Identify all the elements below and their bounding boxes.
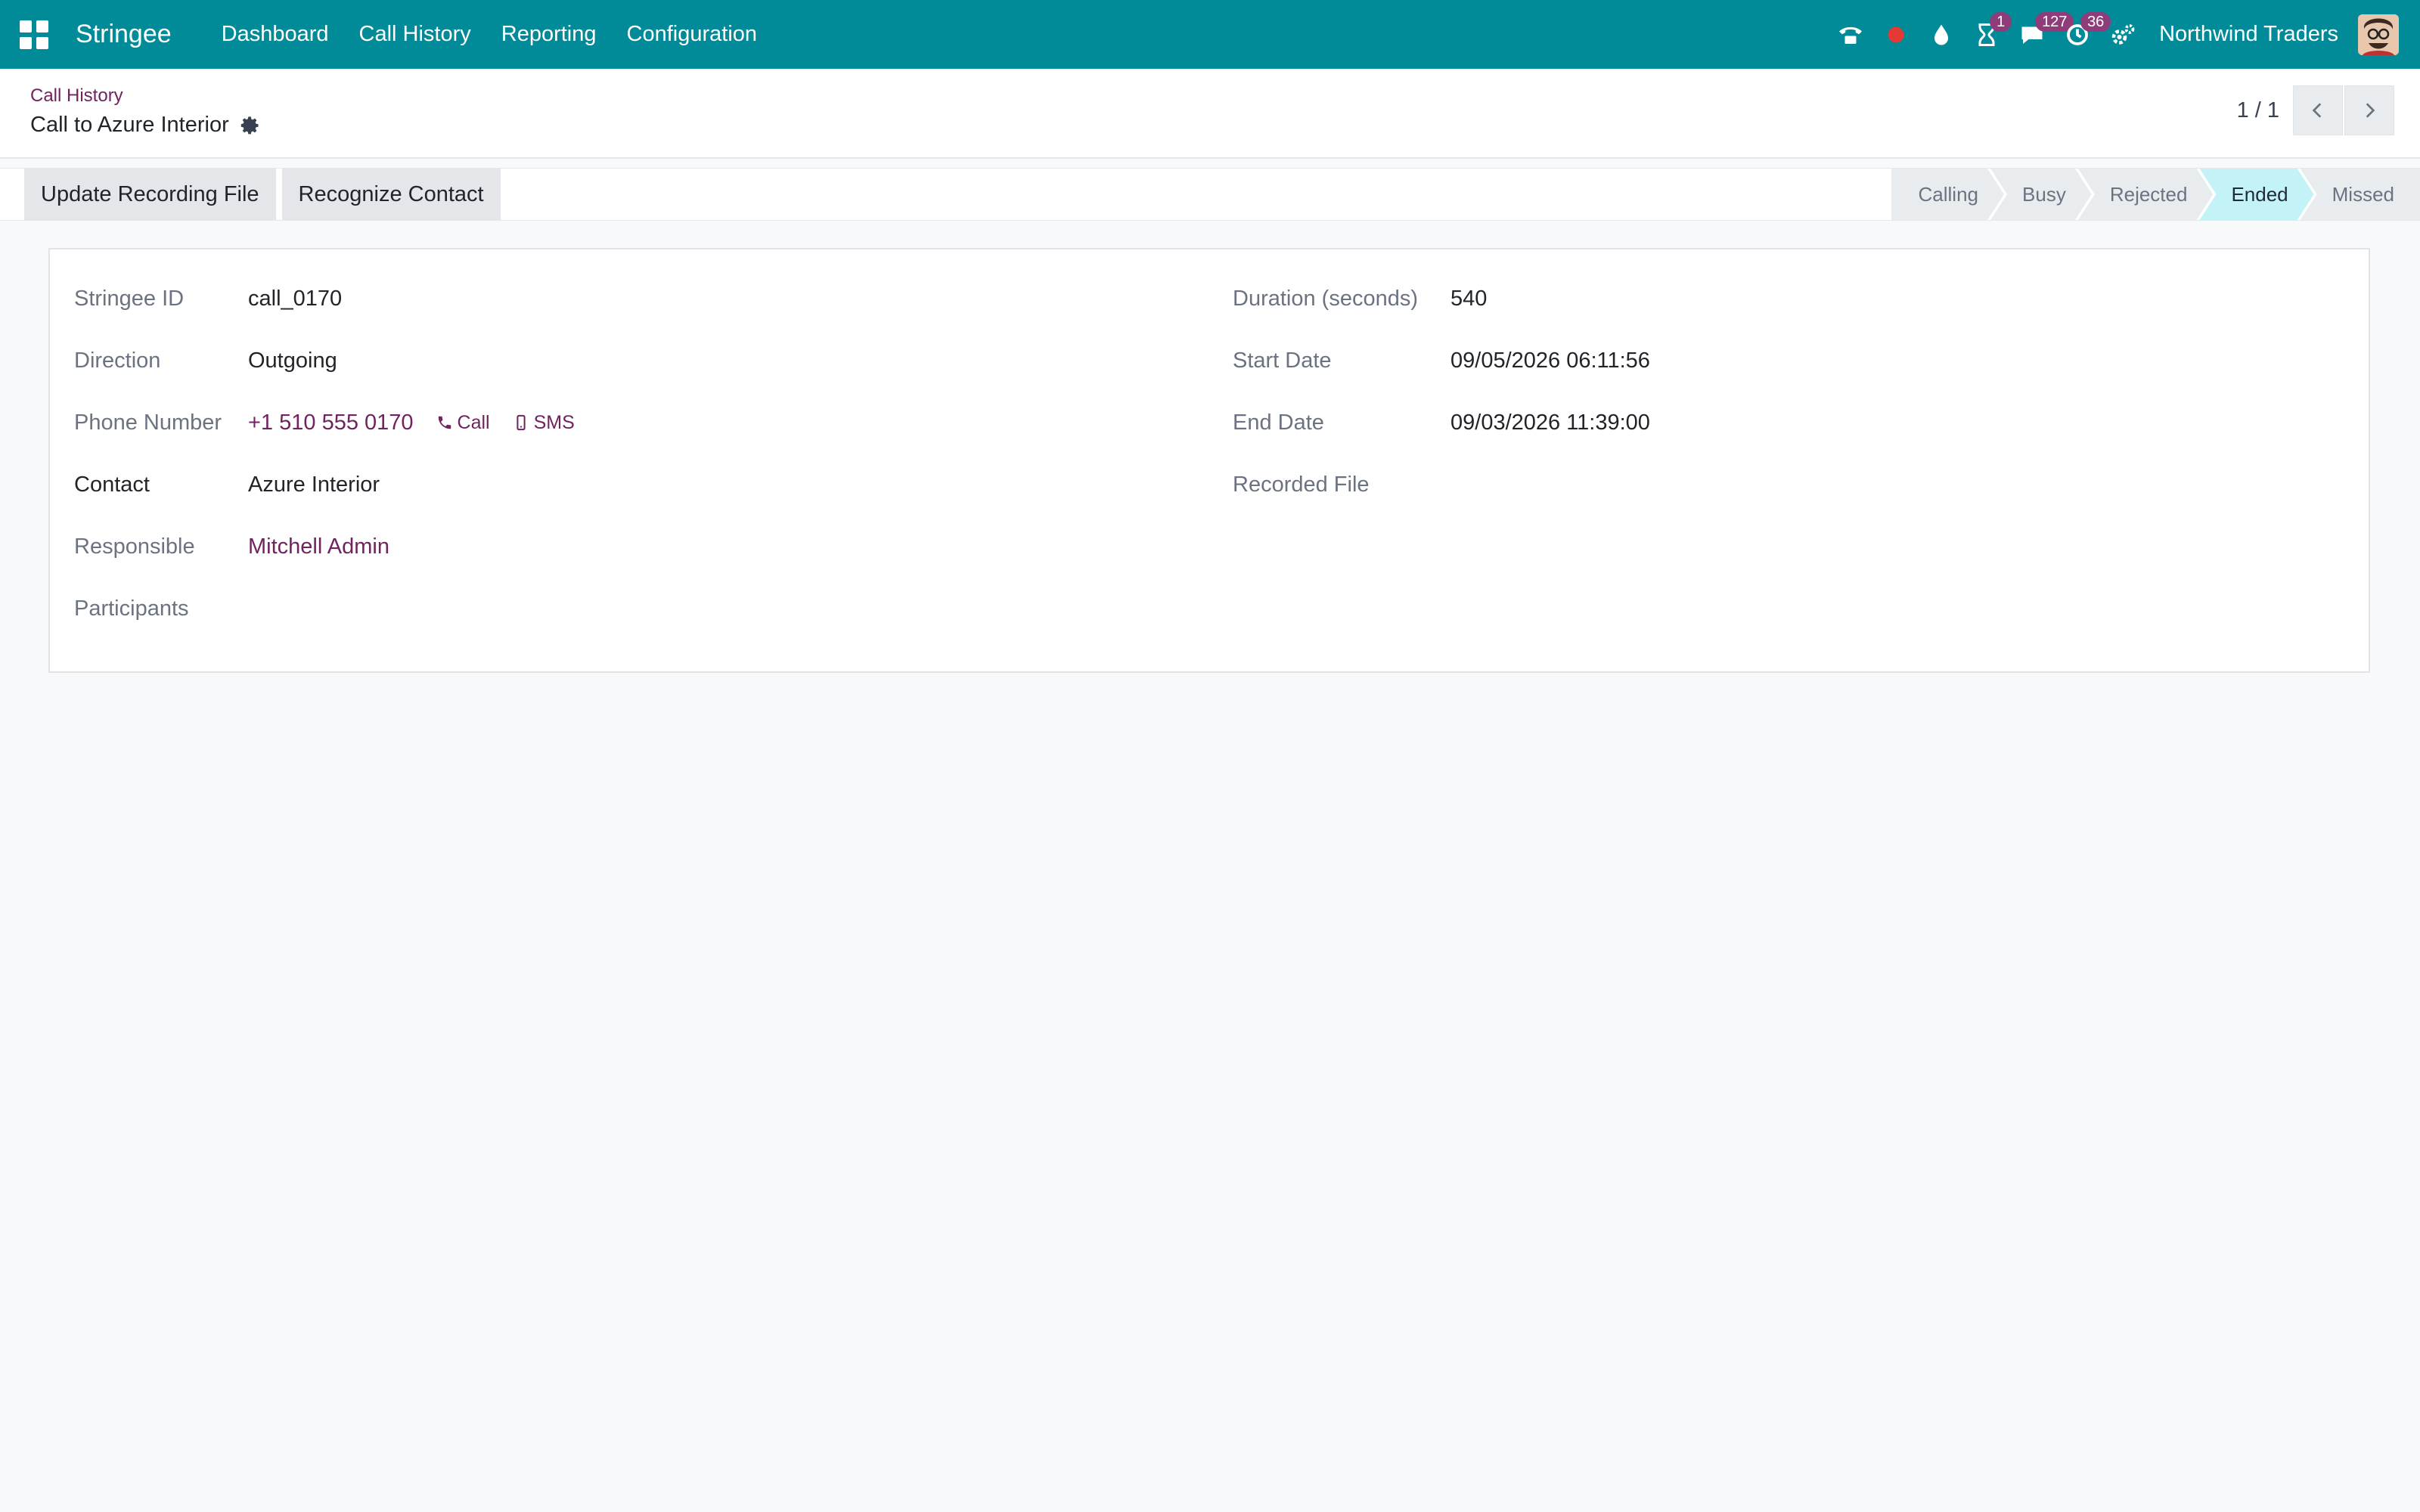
pager-value[interactable]: 1 / 1	[2237, 98, 2279, 123]
field-end-date: End Date 09/03/2026 11:39:00	[1233, 392, 2352, 454]
record-title-text: Call to Azure Interior	[30, 113, 229, 137]
label-participants: Participants	[74, 596, 189, 621]
label-end-date: End Date	[1233, 410, 1324, 435]
value-contact[interactable]: Azure Interior	[248, 472, 380, 497]
stage-pipeline: Calling Busy Rejected Ended Missed	[1891, 169, 2420, 220]
value-end-date[interactable]: 09/03/2026 11:39:00	[1450, 411, 1650, 435]
company-name[interactable]: Northwind Traders	[2159, 22, 2338, 47]
apps-menu-icon[interactable]	[20, 20, 48, 49]
label-phone-number: Phone Number	[74, 410, 222, 435]
droplet-icon[interactable]	[1919, 0, 1964, 69]
pager: 1 / 1	[2237, 85, 2394, 135]
activity-hourglass-icon[interactable]: 1	[1964, 0, 2012, 69]
field-start-date: Start Date 09/05/2026 06:11:56	[1233, 330, 2352, 392]
label-stringee-id: Stringee ID	[74, 286, 185, 311]
main-menu: Dashboard Call History Reporting Configu…	[206, 22, 772, 47]
label-duration: Duration (seconds)	[1233, 286, 1418, 311]
update-recording-file-button[interactable]: Update Recording File	[24, 169, 276, 220]
phone-sms-link[interactable]: SMS	[513, 412, 575, 434]
value-stringee-id[interactable]: call_0170	[248, 287, 342, 311]
app-brand[interactable]: Stringee	[76, 20, 172, 49]
field-phone-number: Phone Number +1 510 555 0170 Call SMS	[74, 392, 1208, 454]
value-duration[interactable]: 540	[1450, 287, 1487, 311]
field-participants: Participants	[74, 578, 1208, 640]
value-direction[interactable]: Outgoing	[248, 349, 337, 373]
stage-calling[interactable]: Calling	[1891, 169, 2005, 220]
stage-missed[interactable]: Missed	[2300, 169, 2420, 220]
field-contact: Contact Azure Interior	[74, 454, 1208, 516]
mobile-icon	[517, 414, 526, 431]
form-statusbar: Update Recording File Recognize Contact …	[0, 168, 2420, 221]
pager-previous-button[interactable]	[2293, 85, 2343, 135]
field-responsible: Responsible Mitchell Admin	[74, 516, 1208, 578]
control-panel: Call History Call to Azure Interior 1 / …	[0, 69, 2420, 159]
label-recorded-file: Recorded File	[1233, 472, 1370, 497]
breadcrumb-call-history[interactable]: Call History	[30, 85, 2390, 107]
right-field-group: Duration (seconds) 540 Start Date 09/05/…	[1233, 268, 2352, 516]
clock-icon[interactable]: 36	[2055, 0, 2111, 69]
field-stringee-id: Stringee ID call_0170	[74, 268, 1208, 330]
user-avatar[interactable]	[2358, 14, 2399, 55]
phone-icon	[438, 416, 451, 429]
menu-reporting[interactable]: Reporting	[486, 22, 612, 47]
phone-sms-link-label: SMS	[533, 411, 575, 433]
phone-icon[interactable]	[1828, 0, 1873, 69]
chevron-left-icon	[2312, 103, 2322, 118]
settings-gears-icon[interactable]	[2100, 0, 2145, 69]
chevron-right-icon	[2366, 103, 2375, 118]
recording-dot-icon[interactable]	[1873, 0, 1919, 69]
phone-call-link[interactable]: Call	[436, 412, 490, 434]
recognize-contact-button[interactable]: Recognize Contact	[281, 169, 501, 220]
label-contact: Contact	[74, 472, 150, 497]
label-direction: Direction	[74, 348, 161, 373]
menu-call-history[interactable]: Call History	[344, 22, 486, 47]
value-phone-number[interactable]: +1 510 555 0170	[248, 411, 414, 435]
left-field-group: Stringee ID call_0170 Direction Outgoing…	[74, 268, 1208, 640]
label-responsible: Responsible	[74, 534, 195, 559]
record-gear-icon[interactable]	[240, 115, 261, 136]
field-recorded-file: Recorded File	[1233, 454, 2352, 516]
form-sheet: Stringee ID call_0170 Direction Outgoing…	[48, 248, 2370, 673]
phone-call-link-label: Call	[457, 411, 490, 433]
stage-rejected[interactable]: Rejected	[2078, 169, 2214, 220]
record-title: Call to Azure Interior	[30, 113, 2390, 138]
menu-configuration[interactable]: Configuration	[612, 22, 773, 47]
value-responsible[interactable]: Mitchell Admin	[248, 534, 389, 559]
field-duration: Duration (seconds) 540	[1233, 268, 2352, 330]
systray: 1 127 36 Northwind Traders	[1828, 0, 2420, 69]
top-navbar: Stringee Dashboard Call History Reportin…	[0, 0, 2420, 69]
value-start-date[interactable]: 09/05/2026 06:11:56	[1450, 349, 1650, 373]
pager-next-button[interactable]	[2344, 85, 2394, 135]
field-direction: Direction Outgoing	[74, 330, 1208, 392]
activity-badge: 1	[1990, 12, 2012, 32]
menu-dashboard[interactable]: Dashboard	[206, 22, 344, 47]
stage-ended[interactable]: Ended	[2199, 169, 2313, 220]
label-start-date: Start Date	[1233, 348, 1332, 373]
messages-icon[interactable]: 127	[2009, 0, 2074, 69]
stage-busy[interactable]: Busy	[1990, 169, 2092, 220]
